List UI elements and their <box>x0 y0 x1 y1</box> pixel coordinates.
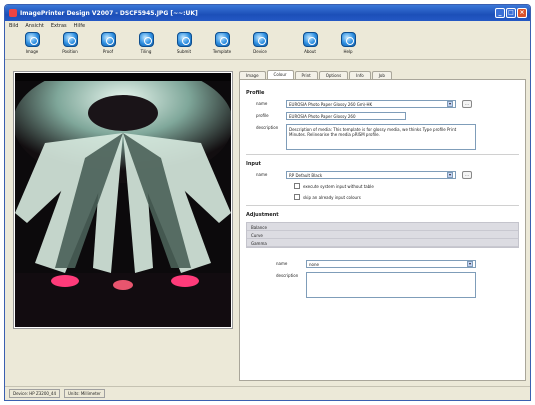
tab-image[interactable]: Image <box>239 71 266 79</box>
menu-extras[interactable]: Extras <box>51 23 67 29</box>
profile-file-field[interactable]: EUROSIA Photo Paper Glossy 260 <box>286 112 406 120</box>
app-icon <box>9 9 17 17</box>
title-bar[interactable]: ImagePrinter Design V2007 - DSCF5945.JPG… <box>5 5 530 21</box>
checkbox[interactable] <box>294 194 300 200</box>
chevron-down-icon: ▾ <box>447 172 453 178</box>
window-title: ImagePrinter Design V2007 - DSCF5945.JPG… <box>20 9 198 17</box>
template-icon <box>214 32 230 47</box>
tiling-icon <box>138 32 154 47</box>
maximize-button[interactable]: □ <box>506 8 516 18</box>
adjustment-name-select[interactable]: none ▾ <box>306 260 476 268</box>
tab-options[interactable]: Options <box>318 71 349 79</box>
status-device: Device: HP Z3200_44 <box>9 389 60 398</box>
input-browse-button[interactable]: … <box>462 171 472 179</box>
profile-description-field[interactable]: Description of media: This template is f… <box>286 124 476 150</box>
profile-section-title: Profile <box>246 90 265 96</box>
device-icon <box>252 32 268 47</box>
menu-bar: Bild Ansicht Extras Hilfe <box>5 21 530 30</box>
adjustment-list: Balance Curve Gamma <box>246 222 519 248</box>
adjustment-section-title: Adjustment <box>246 212 279 218</box>
help-icon <box>340 32 356 47</box>
input-name-label: name <box>256 172 268 177</box>
toolbar: Image Position Proof Tiling Submit Templ… <box>5 30 530 60</box>
menu-hilfe[interactable]: Hilfe <box>74 23 85 29</box>
menu-bild[interactable]: Bild <box>9 23 18 29</box>
submit-icon <box>176 32 192 47</box>
profile-file-label: profile <box>256 113 269 118</box>
settings-tabs: Image Colour Print Options Info Job <box>239 70 526 79</box>
divider <box>246 205 519 206</box>
checkbox[interactable] <box>294 183 300 189</box>
tab-print[interactable]: Print <box>294 71 318 79</box>
input-name-value: RP Default Black <box>289 172 323 178</box>
image-icon <box>24 32 40 47</box>
tab-colour[interactable]: Colour <box>266 70 294 79</box>
input-section-title: Input <box>246 161 261 167</box>
proof-icon <box>100 32 116 47</box>
list-item[interactable]: Curve <box>247 231 518 239</box>
check-execute-system-input[interactable]: execute system input without table <box>294 183 519 189</box>
profile-name-value: EUROSIA Photo Paper Glossy 260 Gm\-HK <box>289 101 373 107</box>
tool-position-button[interactable]: Position <box>51 30 89 54</box>
tool-submit-button[interactable]: Submit <box>165 30 203 54</box>
chevron-down-icon: ▾ <box>467 261 473 267</box>
tool-tiling-button[interactable]: Tiling <box>127 30 165 54</box>
list-item[interactable]: Gamma <box>247 239 518 247</box>
preview-frame <box>13 63 233 329</box>
menu-ansicht[interactable]: Ansicht <box>25 23 43 29</box>
check-skip-input-colours[interactable]: skip an already input colours <box>294 194 519 200</box>
position-icon <box>62 32 78 47</box>
preview-image[interactable] <box>13 63 233 327</box>
profile-description-label: description <box>256 125 279 130</box>
status-bar: Device: HP Z3200_44 Units: Millimeter <box>5 386 530 400</box>
tool-device-button[interactable]: Device <box>241 30 279 54</box>
tool-help-button[interactable]: Help <box>329 30 367 54</box>
adjustment-description-field[interactable] <box>306 272 476 298</box>
app-window: ImagePrinter Design V2007 - DSCF5945.JPG… <box>4 4 531 401</box>
tab-job[interactable]: Job <box>371 71 392 79</box>
minimize-button[interactable]: _ <box>495 8 505 18</box>
tool-image-button[interactable]: Image <box>13 30 51 54</box>
about-icon <box>302 32 318 47</box>
chevron-down-icon: ▾ <box>447 101 453 107</box>
adjustment-name-value: none <box>309 261 319 267</box>
close-button[interactable]: × <box>517 8 527 18</box>
status-units: Units: Millimeter <box>64 389 105 398</box>
tool-about-button[interactable]: About <box>291 30 329 54</box>
tool-template-button[interactable]: Template <box>203 30 241 54</box>
colour-panel: Profile name EUROSIA Photo Paper Glossy … <box>239 79 526 381</box>
profile-browse-button[interactable]: … <box>462 100 472 108</box>
preview-pane <box>5 61 233 381</box>
adjustment-name-label: name <box>276 261 288 266</box>
settings-pane: Image Colour Print Options Info Job Prof… <box>233 61 530 381</box>
list-item[interactable]: Balance <box>247 223 518 231</box>
profile-name-select[interactable]: EUROSIA Photo Paper Glossy 260 Gm\-HK ▾ <box>286 100 456 108</box>
tool-proof-button[interactable]: Proof <box>89 30 127 54</box>
profile-name-label: name <box>256 101 268 106</box>
divider <box>246 154 519 155</box>
input-name-select[interactable]: RP Default Black ▾ <box>286 171 456 179</box>
adjustment-description-label: description <box>276 273 299 278</box>
tab-info[interactable]: Info <box>349 71 371 79</box>
